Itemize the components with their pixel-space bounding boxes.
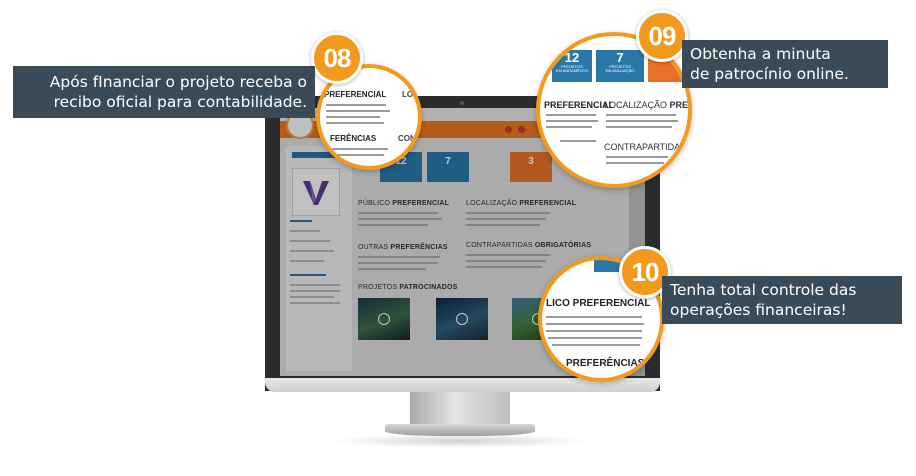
- callout-08: Após fInanciar o projeto receba o recibo…: [13, 66, 315, 118]
- zoom-text-line: [606, 126, 672, 128]
- zoom-text-line: [326, 122, 384, 124]
- monitor-stand-neck: [410, 392, 510, 426]
- zoom-heading: CONTRAPARTIDAS O: [604, 142, 687, 152]
- zoom-text-line: [606, 120, 678, 122]
- zoom-heading: CON: [398, 134, 416, 143]
- zoom-text-line: [326, 110, 390, 112]
- callout-08-line: recibo oficial para contabilidade.: [53, 93, 307, 111]
- step-badge-09: 09: [636, 10, 688, 62]
- zoom-text-line: [606, 156, 668, 158]
- zoom-text-line: [552, 344, 640, 346]
- callout-10: Tenha total controle das operações finan…: [662, 276, 902, 324]
- zoom-text-line: [546, 126, 592, 128]
- zoom-text-line: [546, 323, 644, 325]
- zoom-text-line: [334, 154, 384, 156]
- zoom-heading: LOCALIZAÇÃO PREFERENCIAL: [604, 100, 689, 110]
- step-badge-08: 08: [311, 32, 363, 84]
- zoom-text-line: [326, 104, 386, 106]
- zoom-text-line: [546, 330, 642, 332]
- zoom-stat-tile: 12 PROJETOS EM ANDAMENTO: [552, 50, 592, 82]
- callout-09: Obtenha a minuta de patrocínio online.: [682, 40, 888, 88]
- callout-08-line: Após fInanciar o projeto receba o: [49, 73, 307, 91]
- zoom-heading: PREFERÊNCIAS: [566, 358, 645, 369]
- zoom-text-line: [606, 114, 676, 116]
- monitor-shadow: [330, 434, 590, 448]
- zoom-text-line: [606, 162, 664, 164]
- zoom-text-line: [548, 337, 642, 339]
- zoom-heading: PREFERENCIAL: [324, 90, 387, 99]
- monitor-stand-base: [385, 424, 535, 436]
- callout-10-line: operações financeiras!: [670, 301, 847, 319]
- zoom-text-line: [560, 140, 596, 142]
- zoom-text-line: [332, 148, 388, 150]
- zoom-text-line: [546, 316, 642, 318]
- zoom-heading: FERÊNCIAS: [330, 134, 377, 143]
- callout-09-line: de patrocínio online.: [690, 65, 849, 83]
- zoom-heading: LICO PREFERENCIAL: [546, 298, 651, 309]
- callout-09-line: Obtenha a minuta: [690, 45, 831, 63]
- zoom-stat-tile: 7 PROJETOS EM AVALIAÇÃO: [596, 50, 644, 82]
- zoom-text-line: [326, 116, 380, 118]
- callout-10-line: Tenha total controle das: [670, 281, 857, 299]
- zoom-text-line: [546, 114, 596, 116]
- zoom-text-line: [546, 120, 598, 122]
- zoom-heading: LO: [402, 90, 414, 99]
- monitor-camera: [460, 101, 464, 105]
